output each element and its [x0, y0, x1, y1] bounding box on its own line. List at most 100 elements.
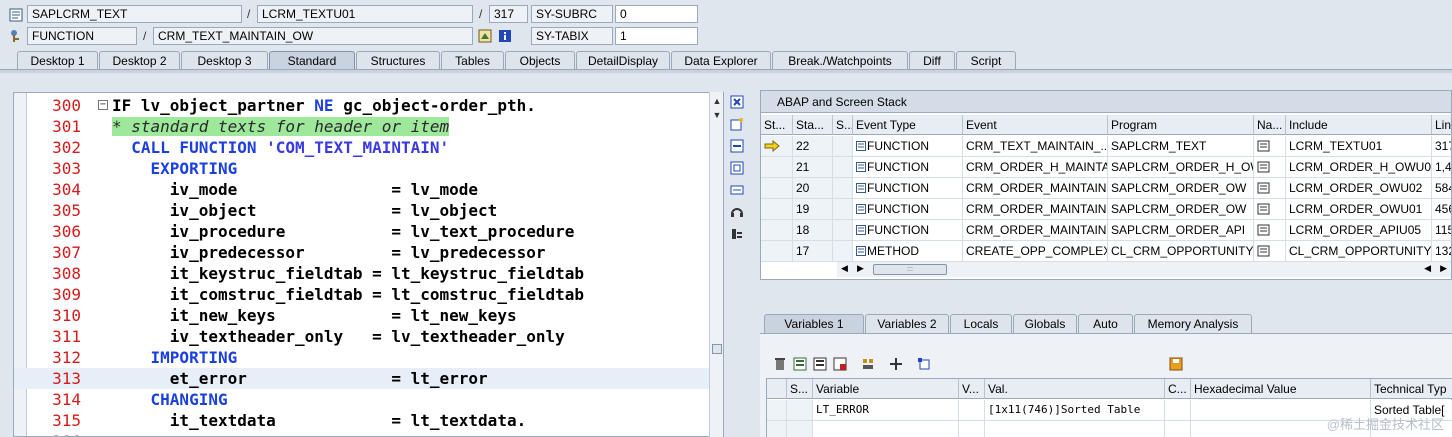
source-code-editor[interactable]: 300 − IF lv_object_partner NE gc_object-or…: [13, 92, 724, 437]
vars-row-selector[interactable]: [767, 421, 787, 437]
stack-column-header[interactable]: Line: [1432, 115, 1451, 135]
info-icon[interactable]: [497, 28, 513, 44]
stack-line[interactable]: 584: [1432, 178, 1451, 199]
code-line[interactable]: 306 iv_procedure = lv_text_procedure: [14, 221, 711, 242]
navigate-source-icon[interactable]: [1257, 182, 1271, 194]
stack-program[interactable]: SAPLCRM_ORDER_OW: [1108, 178, 1254, 199]
vars-cell[interactable]: LT_ERROR: [813, 400, 959, 421]
stack-screen-cell[interactable]: [833, 199, 853, 220]
tab-objects[interactable]: Objects: [505, 51, 575, 70]
stack-level[interactable]: 19: [793, 199, 833, 220]
stack-column-header[interactable]: Sta...: [793, 115, 833, 135]
vars-cell-empty[interactable]: [959, 421, 985, 437]
stack-navigate-cell[interactable]: [1254, 178, 1286, 199]
swap-tool-icon[interactable]: [729, 138, 745, 154]
navigate-source-icon[interactable]: [1257, 140, 1271, 152]
stack-include[interactable]: LCRM_ORDER_APIU05: [1286, 220, 1432, 241]
scroll-down-icon[interactable]: ▼: [711, 110, 723, 122]
navigate-source-icon[interactable]: [1257, 203, 1271, 215]
scroll-right-icon[interactable]: ▶: [857, 263, 864, 274]
code-line[interactable]: 305 iv_object = lv_object: [14, 200, 711, 221]
code-line[interactable]: 308 it_keystruc_fieldtab = lt_keystruc_f…: [14, 263, 711, 284]
stack-event[interactable]: CRM_ORDER_MAINTAIN...: [963, 178, 1108, 199]
code-line[interactable]: 314 CHANGING: [14, 389, 711, 410]
code-line[interactable]: 304 iv_mode = lv_mode: [14, 179, 711, 200]
tab-locals[interactable]: Locals: [950, 314, 1012, 334]
vars-cell-empty[interactable]: [787, 421, 813, 437]
stack-event-type[interactable]: FUNCTION: [853, 220, 963, 241]
stack-event-type[interactable]: FUNCTION: [853, 178, 963, 199]
stack-row-marker[interactable]: [761, 157, 793, 178]
code-line[interactable]: 307 iv_predecessor = lv_predecessor: [14, 242, 711, 263]
close-tool-icon[interactable]: [729, 94, 745, 110]
stack-program[interactable]: CL_CRM_OPPORTUNITY...: [1108, 241, 1254, 262]
code-line[interactable]: 312 IMPORTING: [14, 347, 711, 368]
vars-column-header[interactable]: C...: [1165, 379, 1191, 399]
stack-column-header[interactable]: Program: [1108, 115, 1254, 135]
code-line[interactable]: 303 EXPORTING: [14, 158, 711, 179]
stack-include[interactable]: LCRM_ORDER_OWU01: [1286, 199, 1432, 220]
stack-event[interactable]: CRM_ORDER_MAINTAIN: [963, 220, 1108, 241]
navigate-icon[interactable]: [888, 356, 904, 372]
stack-screen-cell[interactable]: [833, 178, 853, 199]
stack-column-header[interactable]: S...: [833, 115, 853, 135]
stack-level[interactable]: 17: [793, 241, 833, 262]
stack-navigate-cell[interactable]: [1254, 199, 1286, 220]
stack-line[interactable]: 132: [1432, 241, 1451, 262]
stack-column-header[interactable]: Na...: [1254, 115, 1286, 135]
stack-event[interactable]: CRM_ORDER_MAINTAIN...: [963, 199, 1108, 220]
stack-line[interactable]: 317: [1432, 136, 1451, 157]
tab-breakpoints[interactable]: Break./Watchpoints: [772, 51, 908, 70]
vars-column-header[interactable]: Technical Typ: [1371, 379, 1452, 399]
stack-event[interactable]: CRM_ORDER_H_MAINTA...: [963, 157, 1108, 178]
stack-row-marker[interactable]: [761, 136, 793, 157]
new-tool-icon[interactable]: [729, 116, 745, 132]
vars-row-selector[interactable]: [767, 400, 787, 421]
stack-row-marker[interactable]: [761, 220, 793, 241]
stack-event-type[interactable]: FUNCTION: [853, 136, 963, 157]
stack-include[interactable]: CL_CRM_OPPORTUNITY...: [1286, 241, 1432, 262]
group-icon[interactable]: [860, 356, 876, 372]
stack-navigate-cell[interactable]: [1254, 136, 1286, 157]
sysvar-value-field[interactable]: 0: [615, 5, 698, 23]
stack-line[interactable]: 115: [1432, 220, 1451, 241]
tab-detail-display[interactable]: DetailDisplay: [576, 51, 670, 70]
editor-vertical-scrollbar[interactable]: ▲ ▼: [709, 92, 723, 437]
vars-cell-empty[interactable]: [985, 421, 1165, 437]
code-line[interactable]: 316: [14, 431, 711, 436]
table-delete-icon[interactable]: [832, 356, 848, 372]
stack-navigate-cell[interactable]: [1254, 220, 1286, 241]
maximize-tool-icon[interactable]: [729, 160, 745, 176]
tab-structures[interactable]: Structures: [356, 51, 440, 70]
stack-line[interactable]: 1,4: [1432, 157, 1451, 178]
services-tool-icon[interactable]: [729, 204, 745, 220]
vars-column-header[interactable]: Hexadecimal Value: [1191, 379, 1371, 399]
scroll-left-icon[interactable]: ◀: [841, 263, 848, 274]
code-line[interactable]: 301 * standard texts for header or item: [14, 116, 711, 137]
tab-desktop-2[interactable]: Desktop 2: [99, 51, 180, 70]
code-line[interactable]: 310 it_new_keys = lt_new_keys: [14, 305, 711, 326]
stack-level[interactable]: 20: [793, 178, 833, 199]
source-display-icon[interactable]: [477, 28, 493, 44]
stack-navigate-cell[interactable]: [1254, 157, 1286, 178]
tab-auto[interactable]: Auto: [1078, 314, 1133, 334]
navigate-source-icon[interactable]: [1257, 161, 1271, 173]
table-import-icon[interactable]: [812, 356, 828, 372]
tab-standard[interactable]: Standard: [269, 51, 355, 70]
tab-desktop-3[interactable]: Desktop 3: [181, 51, 268, 70]
vars-cell-empty[interactable]: [1165, 421, 1191, 437]
stack-scroll-thumb[interactable]: :::: [873, 264, 947, 275]
navigate-source-icon[interactable]: [1257, 224, 1271, 236]
insert-icon[interactable]: [792, 356, 808, 372]
tab-globals[interactable]: Globals: [1013, 314, 1077, 334]
scroll-left-end-icon[interactable]: ◀: [1424, 263, 1431, 274]
stack-level[interactable]: 18: [793, 220, 833, 241]
tab-desktop-1[interactable]: Desktop 1: [17, 51, 98, 70]
stack-level[interactable]: 22: [793, 136, 833, 157]
expand-icon[interactable]: [916, 356, 932, 372]
scroll-thumb[interactable]: [712, 344, 722, 354]
vars-column-header[interactable]: V...: [959, 379, 985, 399]
tab-memory-analysis[interactable]: Memory Analysis: [1134, 314, 1252, 334]
tab-tables[interactable]: Tables: [441, 51, 504, 70]
stack-program[interactable]: SAPLCRM_ORDER_API: [1108, 220, 1254, 241]
